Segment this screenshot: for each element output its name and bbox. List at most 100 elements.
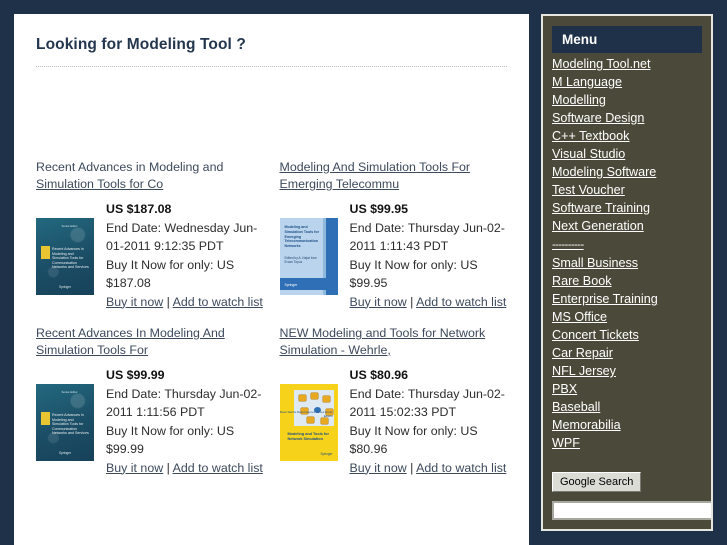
sidebar-item: NFL Jersey (552, 362, 711, 380)
listing-title-line1: NEW Modeling and Tools for Network (279, 326, 486, 340)
cover-brand-text: Springer (58, 285, 72, 289)
buy-it-now-link[interactable]: Buy it now (106, 461, 163, 475)
book-cover-image[interactable]: Klaus Wehrle Mesut Guenes James Gross Ed… (279, 384, 338, 461)
listing-thumbnail-wrap[interactable]: Modeling and Simulation Tools for Emergi… (279, 200, 350, 295)
book-cover-image[interactable]: Series Editor Recent Advances in Modelin… (36, 384, 94, 461)
listing-item: Modeling And Simulation Tools For Emergi… (279, 159, 524, 312)
sidebar-item: Next Generation (552, 217, 711, 235)
sidebar-link-next-generation[interactable]: Next Generation (552, 217, 644, 235)
sidebar-item: Enterprise Training (552, 290, 711, 308)
action-separator: | (410, 294, 414, 309)
listing-thumbnail-wrap[interactable]: Series Editor Recent Advances in Modelin… (36, 366, 106, 461)
network-node-icon (320, 418, 328, 424)
listing-title-line2: Simulation Tools For (36, 343, 149, 357)
cover-title-text: Modeling and Tools for Network Simulatio… (287, 432, 329, 441)
listing-end-date: End Date: Thursday Jun-02-2011 15:02:33 … (349, 386, 505, 420)
network-node-icon (322, 396, 330, 402)
sidebar-link-modeling-tool-net[interactable]: Modeling Tool.net (552, 55, 651, 73)
sidebar-item: C++ Textbook (552, 127, 711, 145)
sidebar-link-modeling-software[interactable]: Modeling Software (552, 163, 656, 181)
add-to-watch-list-link[interactable]: Add to watch list (173, 295, 263, 309)
listing-actions: Buy it now | Add to watch list (350, 459, 512, 478)
sidebar-link-nfl-jersey[interactable]: NFL Jersey (552, 362, 616, 380)
action-separator: | (166, 460, 170, 475)
listing-price: US $80.96 (349, 368, 409, 382)
sidebar-separator: ---------- (552, 235, 711, 254)
cover-brand-text: Springer (284, 283, 298, 287)
listing-actions: Buy it now | Add to watch list (350, 293, 512, 312)
buy-it-now-link[interactable]: Buy it now (350, 461, 407, 475)
book-cover-image[interactable]: Modeling and Simulation Tools for Emergi… (279, 218, 338, 295)
sidebar-item: MS Office (552, 308, 711, 326)
sidebar-link-m-language[interactable]: M Language (552, 73, 622, 91)
sidebar-link-software-training[interactable]: Software Training (552, 199, 650, 217)
listing-thumbnail-wrap[interactable]: Series Editor Recent Advances in Modelin… (36, 200, 106, 295)
sidebar-item: Small Business (552, 254, 711, 272)
sidebar-link-software-design[interactable]: Software Design (552, 109, 644, 127)
search-area: Google Search (543, 452, 711, 520)
listing-title-link[interactable]: Recent Advances In Modeling And Simulati… (36, 325, 268, 359)
network-node-icon (310, 393, 318, 399)
listing-actions: Buy it now | Add to watch list (106, 293, 268, 312)
sidebar-link-concert-tickets[interactable]: Concert Tickets (552, 326, 639, 344)
listing-title-link[interactable]: NEW Modeling and Tools for Network Simul… (280, 325, 512, 359)
listing-item: Recent Advances In Modeling And Simulati… (36, 325, 280, 477)
main-content: Looking for Modeling Tool ? Recent Advan… (14, 14, 529, 545)
listing-end-date: End Date: Thursday Jun-02-2011 1:11:56 P… (106, 386, 262, 420)
sidebar-link-enterprise-training[interactable]: Enterprise Training (552, 290, 658, 308)
listing-end-date: End Date: Wednesday Jun-01-2011 9:12:35 … (106, 220, 258, 254)
book-cover-image[interactable]: Series Editor Recent Advances in Modelin… (36, 218, 94, 295)
sidebar-item: Modeling Software (552, 163, 711, 181)
menu-header: Menu (552, 26, 702, 53)
sidebar-item: Software Design (552, 109, 711, 127)
sidebar: Menu Modeling Tool.net M Language Modell… (541, 14, 713, 531)
sidebar-link-pbx[interactable]: PBX (552, 380, 577, 398)
cover-title-text: Recent Advances in Modeling and Simulati… (52, 413, 89, 436)
sidebar-link-rare-book[interactable]: Rare Book (552, 272, 612, 290)
sidebar-link-modelling[interactable]: Modelling (552, 91, 606, 109)
sidebar-item: Modeling Tool.net (552, 55, 711, 73)
cover-title-text: Modeling and Simulation Tools for Emergi… (284, 225, 319, 249)
sidebar-item: PBX (552, 380, 711, 398)
add-to-watch-list-link[interactable]: Add to watch list (416, 295, 506, 309)
sidebar-item: Memorabilia (552, 416, 711, 434)
action-separator: | (166, 294, 170, 309)
listing-end-date: End Date: Thursday Jun-02-2011 1:11:43 P… (349, 220, 505, 254)
add-to-watch-list-link[interactable]: Add to watch list (173, 461, 263, 475)
sidebar-link-memorabilia[interactable]: Memorabilia (552, 416, 621, 434)
sidebar-link-visual-studio[interactable]: Visual Studio (552, 145, 625, 163)
sidebar-link-ms-office[interactable]: MS Office (552, 308, 607, 326)
network-node-icon (298, 395, 306, 401)
google-search-button[interactable]: Google Search (552, 472, 642, 492)
buy-it-now-link[interactable]: Buy it now (350, 295, 407, 309)
listing-thumbnail-wrap[interactable]: Klaus Wehrle Mesut Guenes James Gross Ed… (279, 366, 350, 461)
listing-price: US $187.08 (106, 202, 172, 216)
listing-details: US $80.96 End Date: Thursday Jun-02-2011… (350, 366, 512, 477)
sidebar-link-wpf[interactable]: WPF (552, 434, 580, 452)
listing-body: Klaus Wehrle Mesut Guenes James Gross Ed… (279, 366, 512, 477)
listing-title-link[interactable]: Modeling And Simulation Tools For Emergi… (280, 159, 512, 193)
cover-yellow-square-icon (41, 246, 50, 259)
listing-title-link[interactable]: Recent Advances in Modeling and Simulati… (36, 159, 268, 193)
listing-item: NEW Modeling and Tools for Network Simul… (279, 325, 524, 477)
sidebar-item: Modelling (552, 91, 711, 109)
listing-buy-it-now-price: Buy It Now for only: US $99.99 (106, 423, 235, 457)
add-to-watch-list-link[interactable]: Add to watch list (416, 461, 506, 475)
sidebar-item: M Language (552, 73, 711, 91)
listing-price: US $99.99 (106, 368, 165, 382)
search-input[interactable] (552, 501, 711, 520)
buy-it-now-link[interactable]: Buy it now (106, 295, 163, 309)
cover-authors-text: Edited by A. Nejat Ince Ercan Topuz (284, 256, 317, 265)
cover-title-text: Recent Advances in Modeling and Simulati… (52, 247, 89, 270)
sidebar-link-cpp-textbook[interactable]: C++ Textbook (552, 127, 629, 145)
sidebar-link-test-voucher[interactable]: Test Voucher (552, 181, 625, 199)
page-root: Looking for Modeling Tool ? Recent Advan… (0, 0, 727, 545)
sidebar-item: Test Voucher (552, 181, 711, 199)
sidebar-link-baseball[interactable]: Baseball (552, 398, 600, 416)
sidebar-link-small-business[interactable]: Small Business (552, 254, 638, 272)
sidebar-link-car-repair[interactable]: Car Repair (552, 344, 613, 362)
sidebar-separator-link[interactable]: ---------- (552, 236, 584, 254)
listing-title-line1: Modeling And Simulation Tools For (279, 160, 471, 174)
cover-yellow-square-icon (41, 412, 50, 425)
listing-title-line2: Emerging Telecommu (279, 177, 400, 191)
